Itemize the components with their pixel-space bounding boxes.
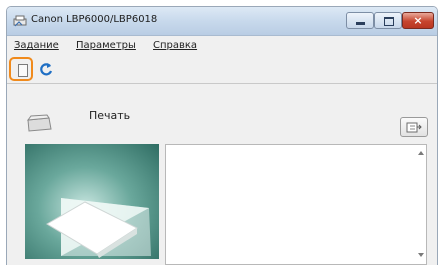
menu-item-job[interactable]: Задание bbox=[14, 40, 59, 51]
close-icon: × bbox=[413, 14, 423, 27]
close-button[interactable]: × bbox=[402, 12, 434, 29]
printer-app-icon bbox=[13, 15, 27, 27]
printer-status-image bbox=[25, 144, 159, 259]
scroll-down-arrow-icon[interactable] bbox=[418, 253, 424, 257]
maximize-button[interactable] bbox=[374, 12, 402, 29]
menu-bar: Задание Параметры Справка bbox=[7, 37, 437, 55]
print-queue-icon bbox=[406, 122, 422, 133]
window-title: Canon LBP6000/LBP6018 bbox=[31, 14, 158, 25]
menu-item-help[interactable]: Справка bbox=[153, 40, 197, 51]
minimize-button[interactable] bbox=[346, 12, 374, 29]
scroll-up-arrow-icon[interactable] bbox=[418, 151, 424, 155]
printer-status-window: Canon LBP6000/LBP6018 × Задание Параметр… bbox=[6, 6, 438, 265]
toolbar bbox=[7, 57, 437, 84]
refresh-icon[interactable] bbox=[39, 62, 53, 76]
menu-item-parameters[interactable]: Параметры bbox=[76, 40, 136, 51]
print-queue-button[interactable] bbox=[400, 117, 428, 137]
document-icon bbox=[18, 64, 28, 77]
printer-status-text: Печать bbox=[89, 109, 131, 122]
status-area: Печать bbox=[7, 84, 437, 265]
printer-icon bbox=[26, 114, 52, 132]
document-button-highlight[interactable] bbox=[9, 57, 33, 81]
status-info-panel[interactable] bbox=[165, 144, 427, 265]
title-bar[interactable]: Canon LBP6000/LBP6018 × bbox=[7, 7, 437, 36]
